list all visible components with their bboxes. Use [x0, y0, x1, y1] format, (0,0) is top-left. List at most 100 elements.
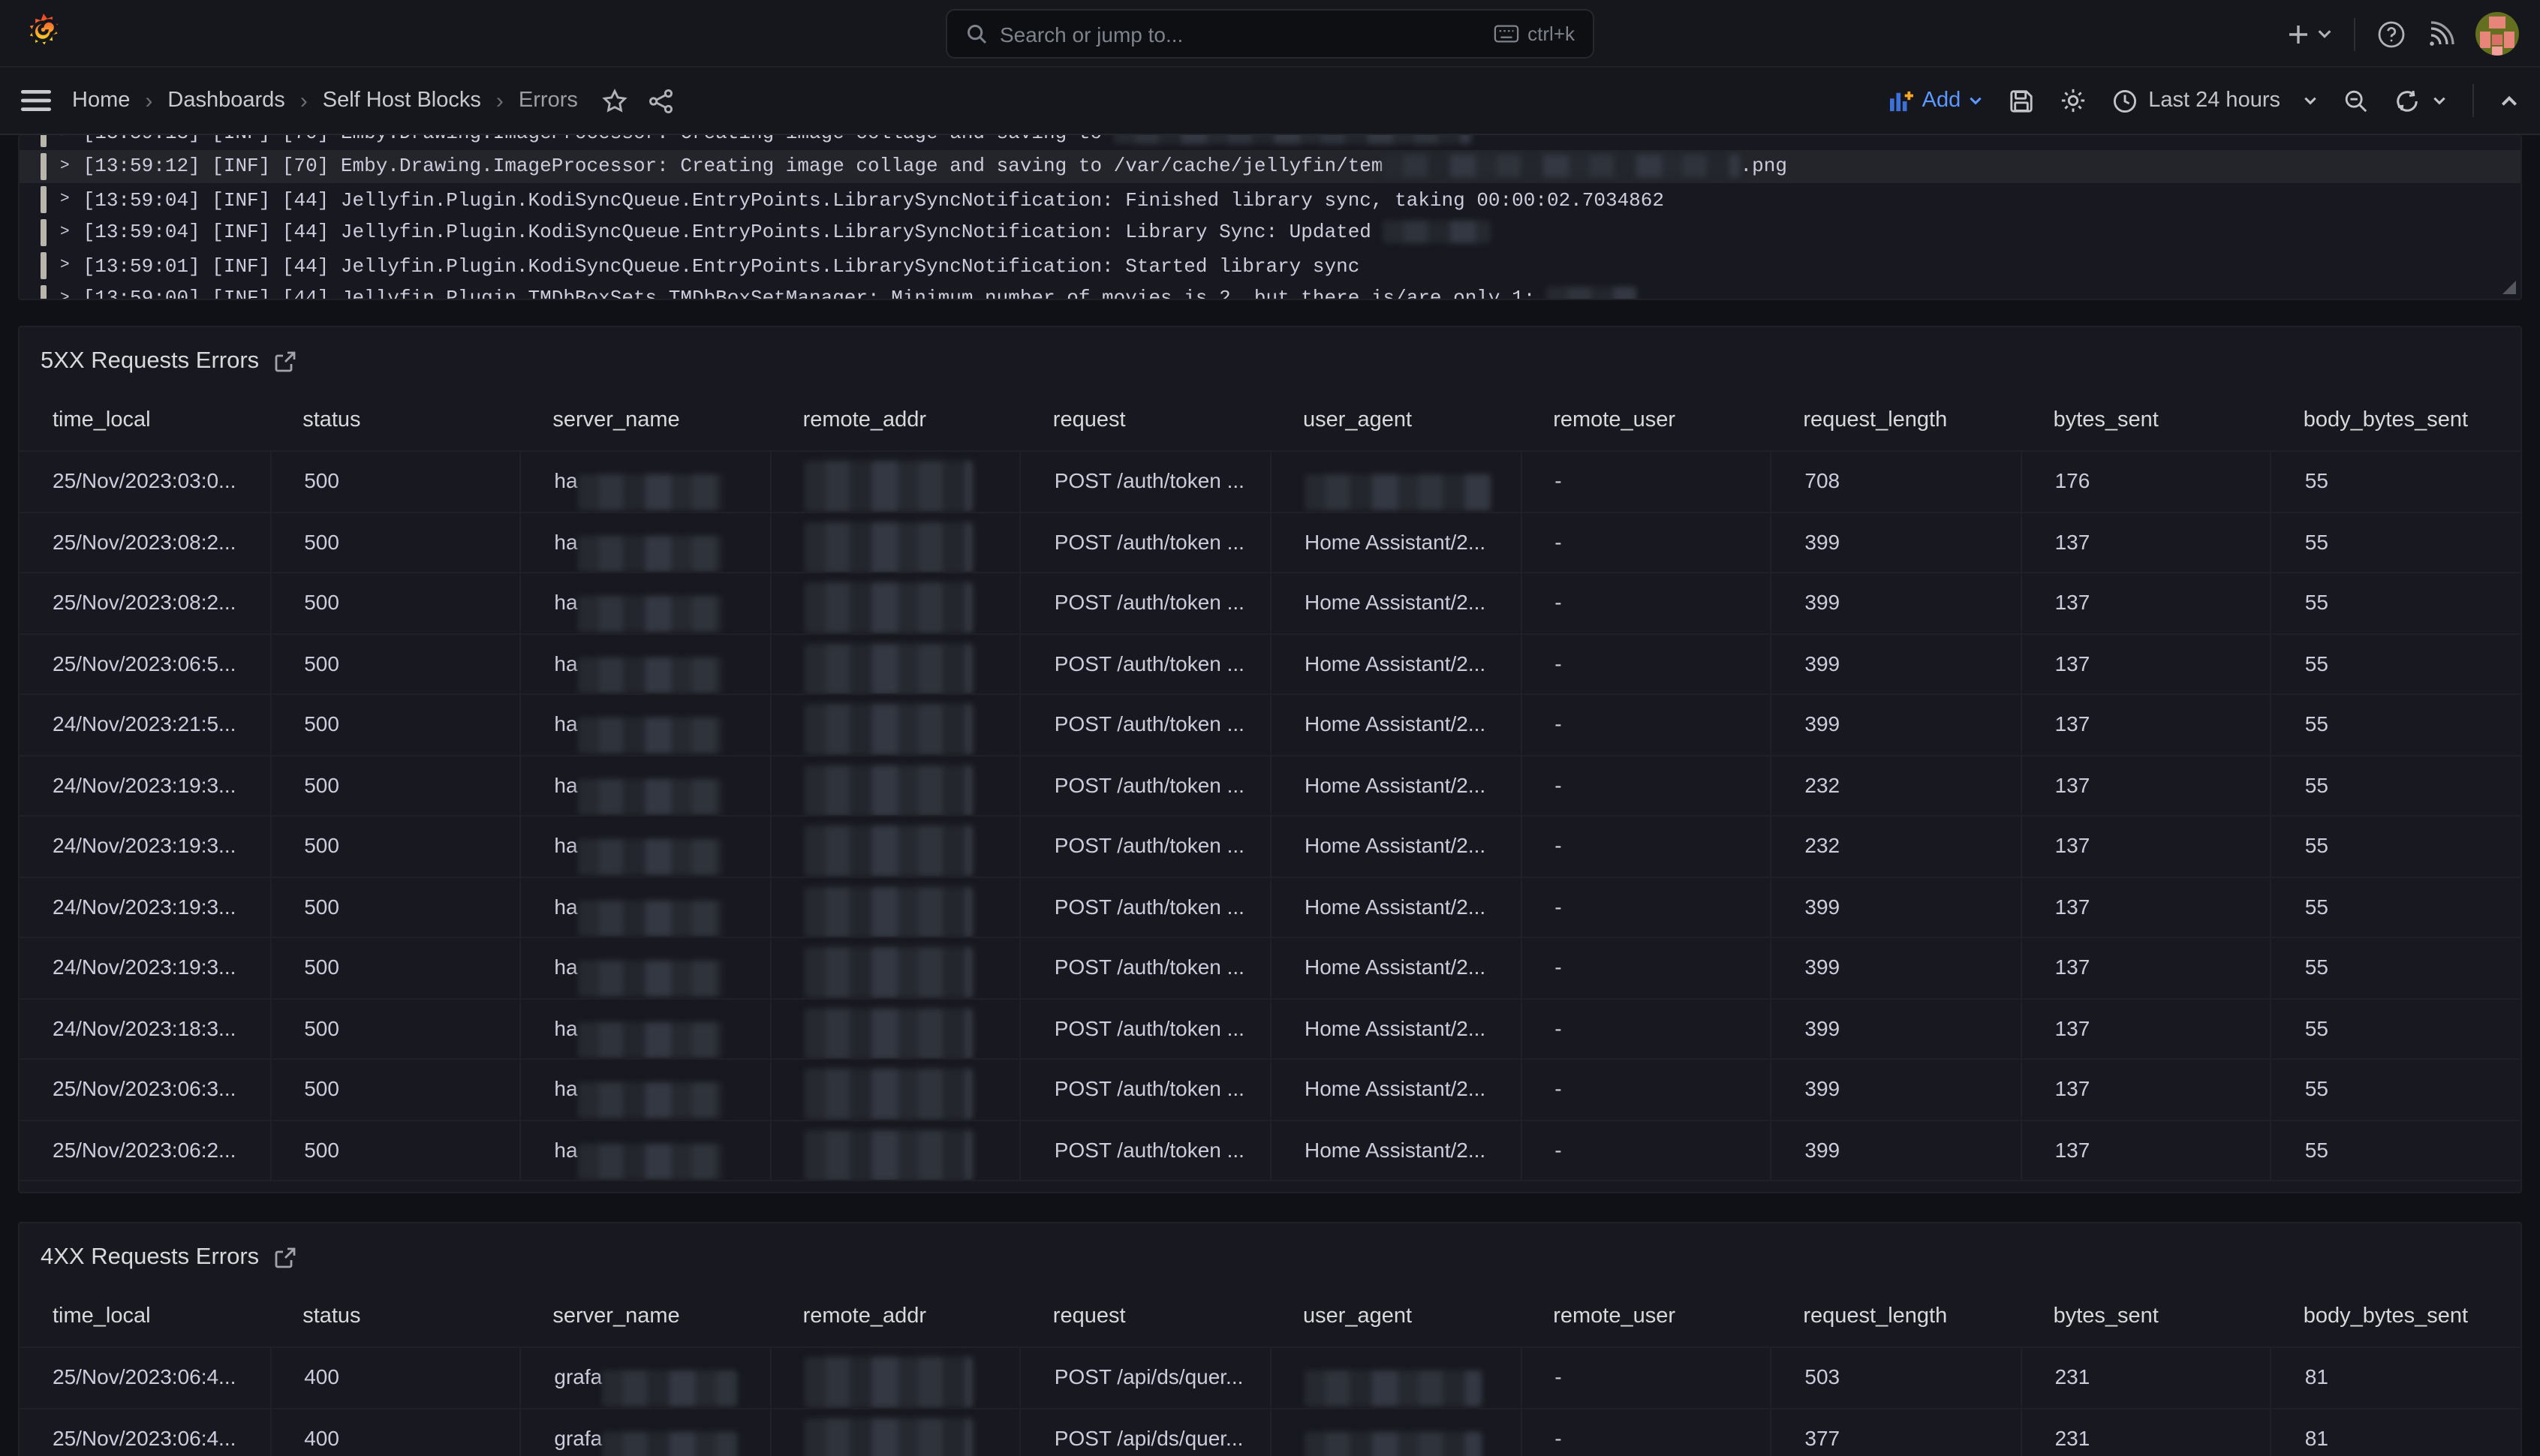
- table-cell: Home Assistant/2...: [1270, 877, 1520, 937]
- panel-header: 4XX Requests Errors: [20, 1223, 2520, 1292]
- mega-menu-button[interactable]: [21, 89, 51, 113]
- table-cell: -: [1520, 1348, 1770, 1407]
- collapse-toolbar-button[interactable]: [2499, 91, 2519, 110]
- redacted-text: [805, 1130, 973, 1180]
- table-cell: Home Assistant/2...: [1270, 573, 1520, 633]
- column-header-user_agent[interactable]: user_agent: [1270, 396, 1520, 450]
- chevron-down-icon: [2432, 93, 2447, 108]
- column-header-remote_user[interactable]: remote_user: [1520, 1292, 1770, 1346]
- time-range-picker[interactable]: Last 24 hours: [2112, 88, 2318, 113]
- table-cell: [770, 1348, 1020, 1407]
- table-cell: ha: [519, 452, 769, 511]
- news-button[interactable]: [2427, 20, 2454, 47]
- external-link-icon[interactable]: [274, 351, 295, 372]
- table-cell: [770, 817, 1020, 876]
- table-cell: 399: [1770, 938, 2020, 997]
- column-header-request[interactable]: request: [1020, 1292, 1270, 1346]
- redacted-text: [578, 1083, 722, 1119]
- column-header-status[interactable]: status: [269, 396, 519, 450]
- column-header-request_length[interactable]: request_length: [1770, 396, 2020, 450]
- breadcrumb-dashboards[interactable]: Dashboards: [167, 89, 284, 113]
- table-cell: [770, 1060, 1020, 1119]
- log-row[interactable]: >[13:59:01] [INF] [44] Jellyfin.Plugin.K…: [20, 249, 2520, 282]
- table-cell: 399: [1770, 1060, 2020, 1119]
- table-cell: 500: [269, 573, 519, 633]
- column-header-time_local[interactable]: time_local: [20, 1292, 269, 1346]
- table-row: 25/Nov/2023:06:4...400grafaPOST /api/ds/…: [20, 1346, 2520, 1407]
- refresh-button[interactable]: [2394, 88, 2447, 113]
- panel-resize-handle[interactable]: [2502, 281, 2516, 294]
- add-panel-button[interactable]: Add: [1889, 89, 1984, 113]
- search-input[interactable]: Search or jump to... ctrl+k: [946, 9, 1594, 59]
- expand-chevron-icon[interactable]: >: [60, 158, 70, 176]
- table-cell: -: [1520, 1060, 1770, 1119]
- table-cell: [770, 695, 1020, 754]
- table-cell: [770, 756, 1020, 815]
- expand-chevron-icon[interactable]: >: [60, 257, 70, 275]
- favorite-star-button[interactable]: [602, 88, 627, 113]
- expand-chevron-icon[interactable]: >: [60, 135, 70, 143]
- log-message: [13:59:04] [INF] [44] Jellyfin.Plugin.Ko…: [83, 221, 1491, 244]
- log-message: [13:59:04] [INF] [44] Jellyfin.Plugin.Ko…: [83, 188, 1664, 211]
- expand-chevron-icon[interactable]: >: [60, 191, 70, 209]
- zoom-out-button[interactable]: [2343, 88, 2369, 113]
- column-header-bytes_sent[interactable]: bytes_sent: [2021, 1292, 2271, 1346]
- table-cell: grafa: [519, 1409, 769, 1456]
- table-header-row: time_localstatusserver_nameremote_addrre…: [20, 1292, 2520, 1346]
- column-header-remote_addr[interactable]: remote_addr: [770, 396, 1020, 450]
- redacted-text: [578, 1144, 722, 1180]
- user-avatar[interactable]: [2475, 12, 2519, 56]
- table-cell: 399: [1770, 1121, 2020, 1180]
- table-cell: 500: [269, 817, 519, 876]
- refresh-icon: [2394, 88, 2420, 113]
- table-cell: ha: [519, 817, 769, 876]
- column-header-server_name[interactable]: server_name: [519, 1292, 769, 1346]
- column-header-remote_addr[interactable]: remote_addr: [770, 1292, 1020, 1346]
- column-header-bytes_sent[interactable]: bytes_sent: [2021, 396, 2271, 450]
- column-header-body_bytes_sent[interactable]: body_bytes_sent: [2271, 396, 2520, 450]
- table-cell: -: [1520, 756, 1770, 815]
- column-header-request[interactable]: request: [1020, 396, 1270, 450]
- external-link-icon[interactable]: [274, 1247, 295, 1268]
- new-menu-button[interactable]: [2286, 22, 2333, 46]
- column-header-remote_user[interactable]: remote_user: [1520, 396, 1770, 450]
- table-cell: 24/Nov/2023:19:3...: [20, 817, 269, 876]
- save-dashboard-button[interactable]: [2009, 88, 2034, 113]
- table-row: 25/Nov/2023:06:3...500haPOST /auth/token…: [20, 1058, 2520, 1119]
- column-header-time_local[interactable]: time_local: [20, 396, 269, 450]
- log-row[interactable]: >[13:59:13] [INF] [70] Emby.Drawing.Imag…: [20, 135, 2520, 150]
- log-row[interactable]: > [13:59:12] [INF] [70] Emby.Drawing.Imag…: [20, 150, 2520, 183]
- breadcrumb-home[interactable]: Home: [72, 89, 130, 113]
- expand-chevron-icon[interactable]: >: [60, 224, 70, 242]
- table-cell: Home Assistant/2...: [1270, 634, 1520, 693]
- log-clipped-top: >[13:59:13] [INF] [70] Emby.Drawing.Imag…: [20, 135, 2520, 150]
- share-button[interactable]: [649, 88, 674, 113]
- table-cell: 55: [2271, 573, 2520, 633]
- table-cell: 25/Nov/2023:03:0...: [20, 452, 269, 511]
- grafana-dashboard: Search or jump to... ctrl+k: [0, 0, 2540, 1456]
- column-header-request_length[interactable]: request_length: [1770, 1292, 2020, 1346]
- grafana-logo[interactable]: [24, 14, 63, 53]
- log-level-bar: [41, 219, 47, 246]
- table-cell: 137: [2021, 756, 2271, 815]
- log-row[interactable]: > [13:59:04] [INF] [44] Jellyfin.Plugin.K…: [20, 216, 2520, 249]
- help-button[interactable]: [2376, 19, 2406, 49]
- redacted-text: [1383, 154, 1741, 176]
- column-header-body_bytes_sent[interactable]: body_bytes_sent: [2271, 1292, 2520, 1346]
- column-header-server_name[interactable]: server_name: [519, 396, 769, 450]
- table-cell: 500: [269, 1121, 519, 1180]
- column-header-status[interactable]: status: [269, 1292, 519, 1346]
- redacted-text: [805, 766, 973, 815]
- log-message: [13:59:12] [INF] [70] Emby.Drawing.Image…: [83, 155, 1787, 178]
- table-cell: ha: [519, 938, 769, 997]
- table-cell: ha: [519, 573, 769, 633]
- log-row[interactable]: >[13:59:00] [INF] [44] Jellyfin.Plugin.T…: [20, 282, 2520, 300]
- toolbar-divider: [2472, 84, 2474, 117]
- redacted-text: [602, 1432, 737, 1456]
- column-header-user_agent[interactable]: user_agent: [1270, 1292, 1520, 1346]
- breadcrumb-dashboard-name[interactable]: Self Host Blocks: [323, 89, 481, 113]
- dashboard-settings-button[interactable]: [2060, 87, 2087, 114]
- expand-chevron-icon[interactable]: >: [60, 290, 70, 300]
- log-row[interactable]: > [13:59:04] [INF] [44] Jellyfin.Plugin.K…: [20, 183, 2520, 216]
- redacted-text: [805, 1009, 973, 1058]
